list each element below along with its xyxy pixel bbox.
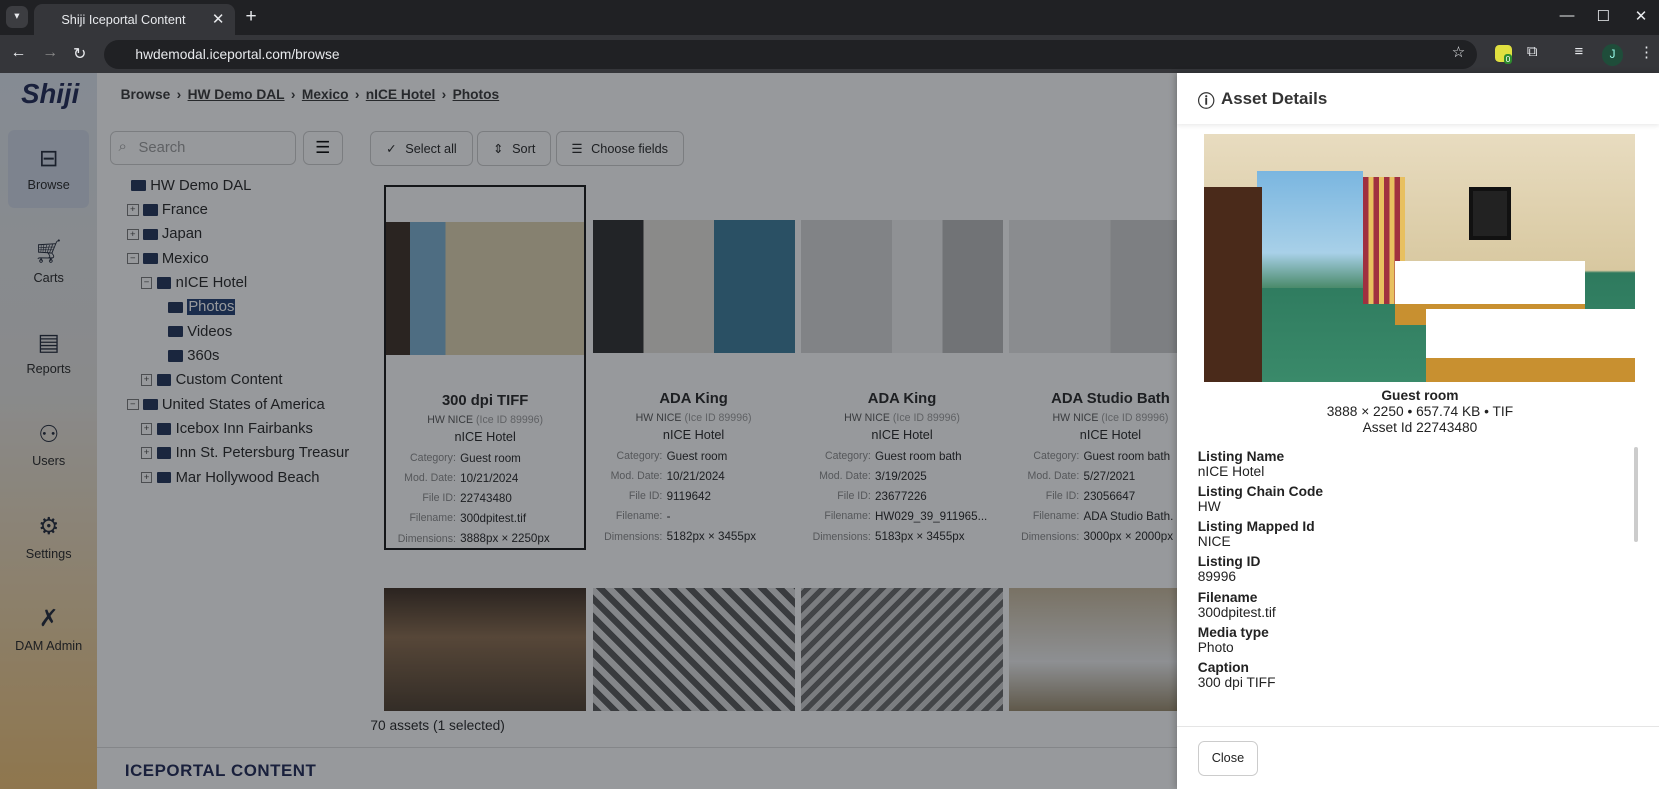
field-value: HW xyxy=(1197,498,1221,514)
asset-caption: Guest room xyxy=(1381,388,1459,404)
asset-id: Asset Id 22743480 xyxy=(1362,420,1478,436)
panel-title: ⓘ Asset Details xyxy=(1198,87,1327,112)
panel-footer-divider xyxy=(1176,725,1659,727)
browser-tab[interactable]: Shiji Iceportal Content ✕ xyxy=(33,4,235,35)
tab-search-button[interactable]: ▾ xyxy=(6,6,28,28)
close-tab-icon[interactable]: ✕ xyxy=(212,11,224,28)
field-label: Filename xyxy=(1197,589,1258,605)
reload-icon[interactable]: ↻ xyxy=(73,44,86,64)
field-value: nICE Hotel xyxy=(1197,463,1265,479)
media-control-icon[interactable]: ≡ xyxy=(1574,44,1583,60)
new-tab-button[interactable]: + xyxy=(245,6,256,28)
info-icon: ⓘ xyxy=(1197,91,1215,111)
address-bar[interactable]: hwdemodal.iceportal.com/browse xyxy=(103,40,1478,69)
field-value: 89996 xyxy=(1197,569,1237,585)
panel-title-text: Asset Details xyxy=(1221,89,1328,109)
profile-avatar[interactable]: J xyxy=(1601,44,1624,66)
extensions-puzzle-icon[interactable]: ⧉ xyxy=(1527,44,1538,60)
maximize-icon[interactable]: ☐ xyxy=(1597,8,1610,25)
asset-preview-image xyxy=(1204,134,1635,382)
field-label: Listing Name xyxy=(1197,448,1285,464)
asset-meta: 3888 × 2250 • 657.74 KB • TIF xyxy=(1326,404,1514,420)
minimize-icon[interactable]: — xyxy=(1560,8,1575,24)
extension-icon[interactable]: 0 xyxy=(1495,45,1513,64)
asset-caption-block: Guest room 3888 × 2250 • 657.74 KB • TIF A… xyxy=(1177,388,1659,436)
back-icon[interactable]: ← xyxy=(11,44,27,62)
close-button[interactable]: Close xyxy=(1197,740,1259,776)
field-label: Listing Chain Code xyxy=(1197,483,1324,499)
panel-scrollbar[interactable] xyxy=(1633,446,1638,542)
field-value: 300 dpi TIFF xyxy=(1197,675,1276,691)
url-text: hwdemodal.iceportal.com/browse xyxy=(135,46,340,62)
field-value: Photo xyxy=(1197,640,1234,656)
field-label: Listing ID xyxy=(1197,554,1261,570)
close-window-icon[interactable]: ✕ xyxy=(1635,8,1647,25)
modal-backdrop[interactable] xyxy=(0,73,1177,789)
field-value: 300dpitest.tif xyxy=(1197,604,1276,620)
menu-kebab-icon[interactable]: ⋮ xyxy=(1639,44,1654,61)
asset-fields: Listing Name nICE Hotel Listing Chain Code… xyxy=(1197,443,1621,691)
extension-badge: 0 xyxy=(1503,53,1513,64)
bookmark-star-icon[interactable]: ☆ xyxy=(1452,44,1465,61)
tab-title: Shiji Iceportal Content xyxy=(61,12,186,27)
forward-icon[interactable]: → xyxy=(42,44,58,62)
field-label: Listing Mapped Id xyxy=(1197,519,1315,535)
field-label: Media type xyxy=(1197,625,1269,641)
field-label: Caption xyxy=(1197,660,1249,676)
field-value: NICE xyxy=(1197,534,1231,550)
